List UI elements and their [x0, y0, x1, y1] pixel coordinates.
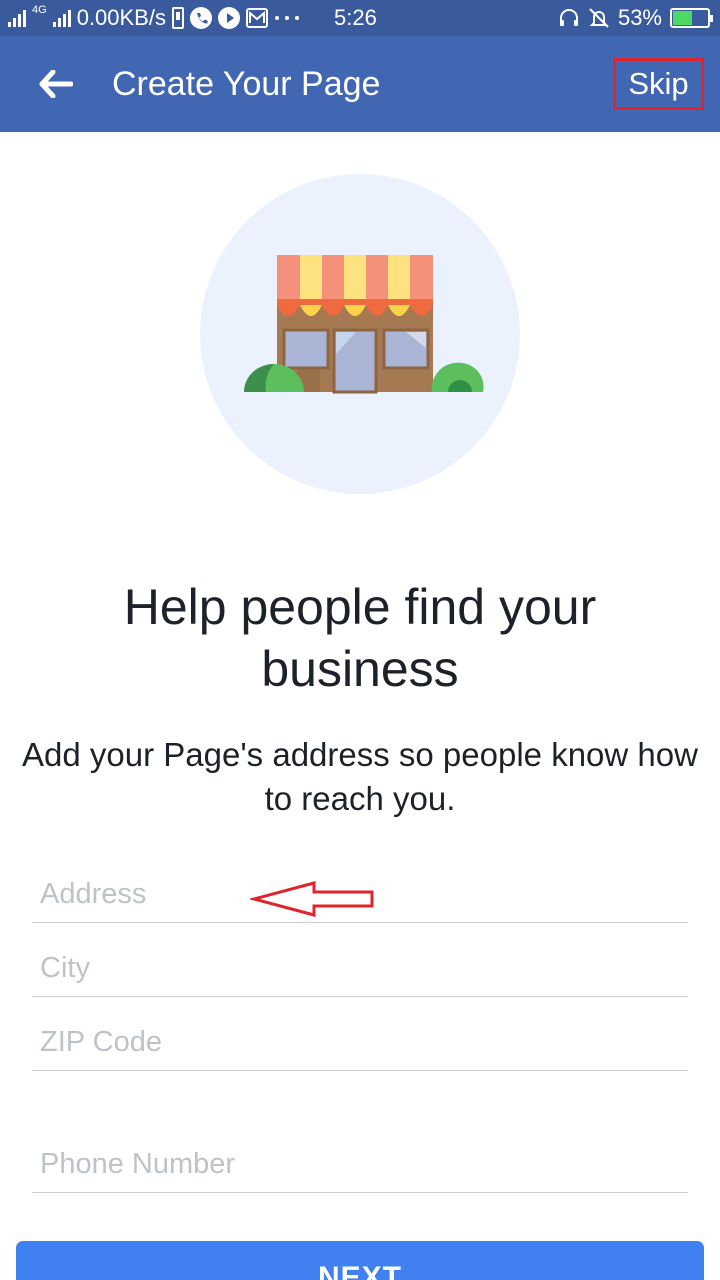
page-title: Create Your Page — [112, 65, 381, 103]
app-bar: Create Your Page Skip — [0, 36, 720, 132]
storefront-icon — [200, 174, 520, 494]
battery-percent: 53% — [617, 5, 662, 30]
network-type: 4G — [32, 4, 47, 16]
phone-icon — [189, 7, 212, 29]
status-time: 5:26 — [334, 5, 377, 30]
storefront-illustration — [200, 174, 520, 494]
battery-fill — [673, 11, 693, 25]
play-icon — [217, 7, 240, 29]
zip-input[interactable] — [32, 1015, 688, 1070]
back-button[interactable] — [26, 60, 86, 108]
next-button[interactable]: NEXT — [16, 1241, 704, 1280]
mail-icon — [245, 8, 268, 28]
more-icon — [274, 15, 300, 21]
status-bar: 4G 0.00KB/s 5:26 53% — [0, 0, 720, 36]
arrow-left-icon — [39, 70, 73, 98]
zip-field[interactable] — [32, 1015, 688, 1071]
city-input[interactable] — [32, 941, 688, 996]
phone-input[interactable] — [32, 1137, 688, 1192]
phone-field[interactable] — [32, 1137, 688, 1193]
signal-icon — [52, 9, 71, 27]
city-field[interactable] — [32, 941, 688, 997]
battery-icon — [670, 8, 713, 28]
network-speed: 0.00KB/s — [76, 5, 166, 30]
headset-icon — [558, 7, 580, 29]
skip-button[interactable]: Skip — [613, 58, 704, 110]
signal-icon — [8, 9, 26, 27]
annotation-arrow-icon — [250, 881, 374, 917]
mute-icon — [588, 7, 610, 29]
sim-icon — [171, 7, 184, 29]
headline: Help people find your business — [123, 579, 597, 697]
subtext: Add your Page's address so people know h… — [22, 736, 698, 817]
